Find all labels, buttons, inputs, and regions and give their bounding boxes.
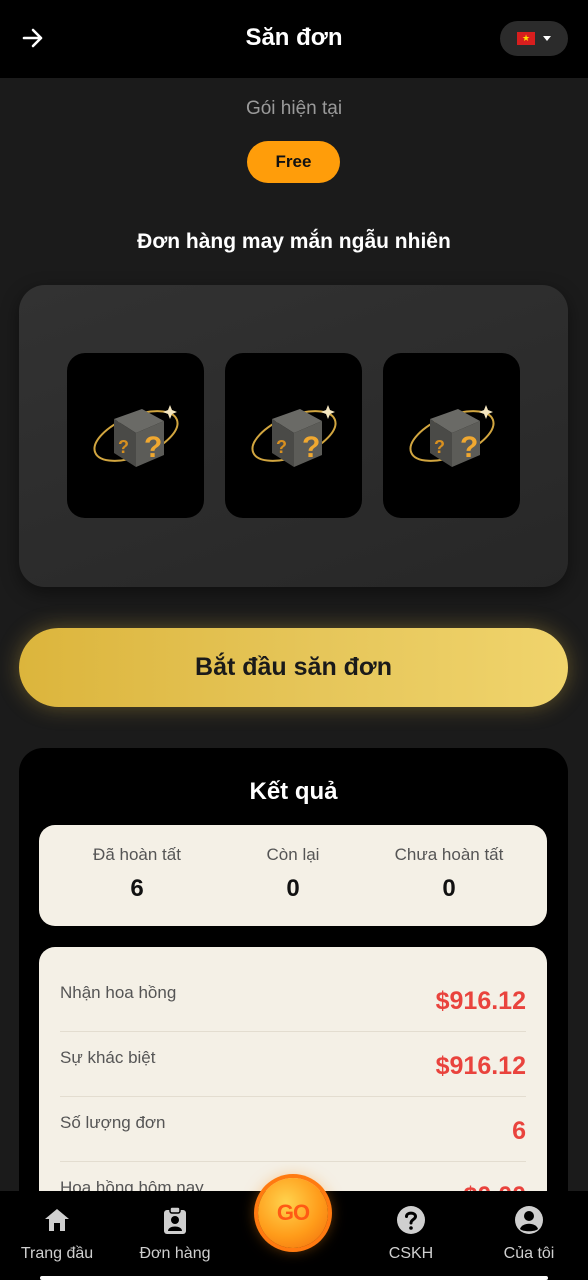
stat-value: 6 [130,875,144,902]
mystery-box-card[interactable]: ? ? [383,353,520,518]
nav-label: Đơn hàng [139,1245,211,1262]
nav-label: CSKH [388,1245,434,1262]
mystery-box-icon: ? ? [251,404,336,467]
svg-text:?: ? [302,431,320,464]
clipboard-user-icon [160,1205,190,1235]
go-button[interactable]: GO [258,1178,328,1248]
svg-text:?: ? [460,431,478,464]
nav-label: Trang đầu [20,1245,94,1262]
results-panel: Kết quả Đã hoàn tất 6 Còn lại 0 Chưa hoà… [19,748,568,1237]
lucky-orders-title: Đơn hàng may mắn ngẫu nhiên [137,230,451,253]
mystery-box-card[interactable]: ? ? [67,353,204,518]
detail-row-commission: Nhận hoa hồng $916.12 [60,967,526,1032]
go-label: GO [276,1200,310,1225]
stat-incomplete: Chưa hoàn tất 0 [364,845,534,903]
stat-label: Còn lại [266,845,320,864]
detail-row-difference: Sự khác biệt $916.12 [60,1032,526,1097]
stat-value: 0 [286,875,300,902]
stat-label: Chưa hoàn tất [394,845,504,864]
nav-label: Của tôi [503,1245,555,1262]
nav-item-orders[interactable]: Đơn hàng [120,1205,230,1263]
nav-item-home[interactable]: Trang đầu [2,1205,112,1263]
mystery-box-icon: ? ? [93,404,178,467]
svg-text:?: ? [434,437,445,457]
stats-card: Đã hoàn tất 6 Còn lại 0 Chưa hoàn tất 0 [39,825,547,926]
help-circle-icon [396,1205,426,1235]
vietnam-flag-icon: ★ [517,32,535,45]
stat-label: Đã hoàn tất [93,845,181,864]
svg-text:?: ? [276,437,287,457]
header: Săn đơn ★ [0,0,588,78]
stat-completed: Đã hoàn tất 6 [52,845,222,903]
detail-value: $916.12 [435,987,526,1015]
home-icon [42,1205,72,1235]
stat-value: 0 [442,875,456,902]
chevron-down-icon [543,36,551,41]
detail-value: 6 [512,1117,526,1145]
nav-item-support[interactable]: CSKH [356,1205,466,1263]
package-badge: Free [247,141,340,183]
svg-text:?: ? [144,431,162,464]
user-circle-icon [514,1205,544,1235]
start-hunting-button[interactable]: Bắt đầu săn đơn [19,628,568,707]
language-selector[interactable]: ★ [500,21,568,56]
detail-row-order-count: Số lượng đơn 6 [60,1097,526,1162]
detail-label: Nhận hoa hồng [60,983,177,1002]
detail-label: Sự khác biệt [60,1048,156,1067]
mystery-box-card[interactable]: ? ? [225,353,362,518]
detail-value: $916.12 [435,1052,526,1080]
results-title: Kết quả [249,778,338,805]
svg-text:?: ? [118,437,129,457]
nav-item-account[interactable]: Của tôi [474,1205,584,1263]
home-indicator [40,1276,548,1280]
mystery-box-icon: ? ? [409,404,494,467]
detail-label: Số lượng đơn [60,1113,166,1132]
current-package-label: Gói hiện tại [245,98,343,119]
stat-remaining: Còn lại 0 [208,845,378,903]
mystery-boxes-panel: ? ? ? ? ? ? [19,285,568,587]
